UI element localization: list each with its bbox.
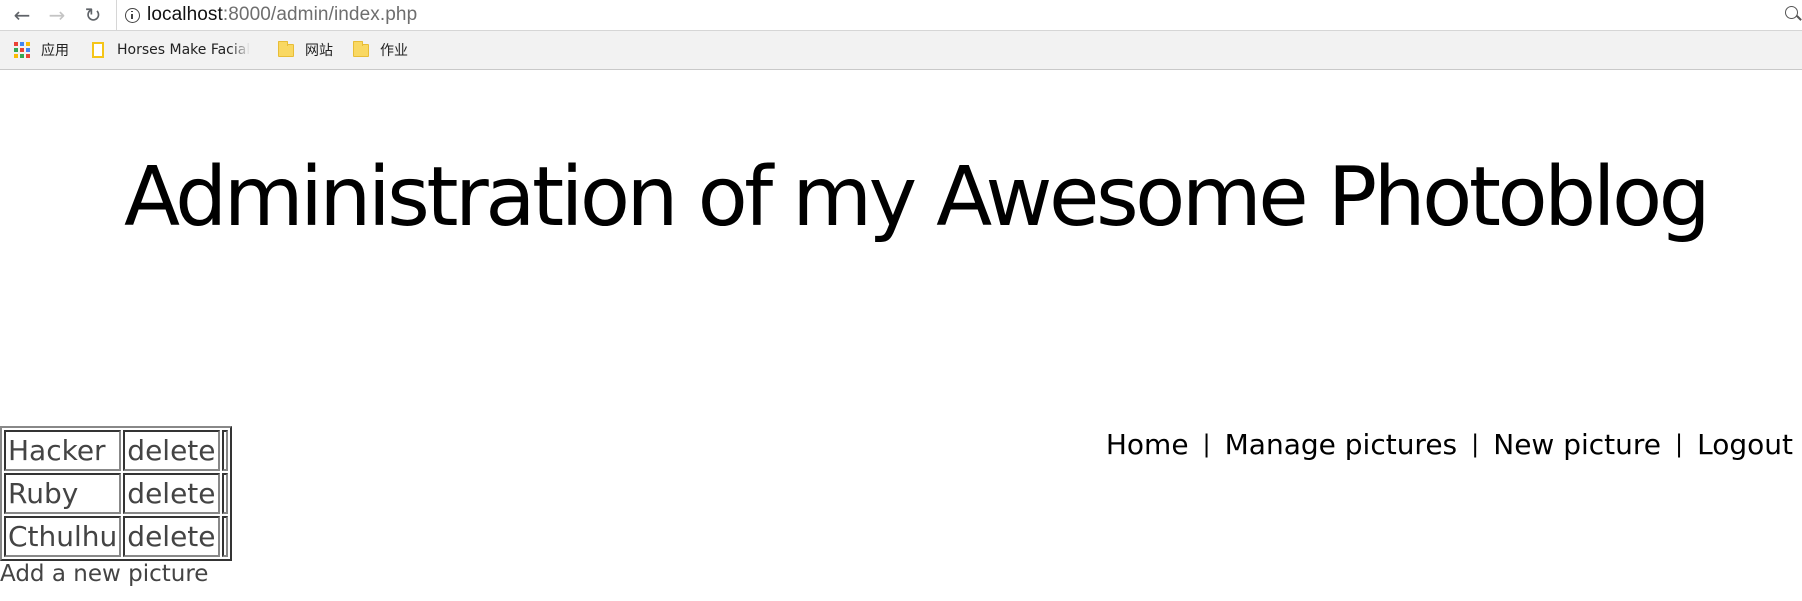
folder-icon [278,40,294,57]
picture-name: Ruby [4,473,122,514]
address-bar[interactable]: localhost:8000/admin/index.php [116,0,1802,30]
url-path: :8000/admin/index.php [222,4,418,25]
back-arrow-icon[interactable]: ← [8,2,36,28]
delete-link[interactable]: delete [127,434,215,467]
reload-icon[interactable]: ↻ [79,2,107,28]
table-row: Hacker delete [4,430,228,471]
empty-cell [221,516,228,557]
bookmark-label: 网站 [305,43,333,59]
add-new-picture-link[interactable]: Add a new picture [0,561,208,587]
table-row: Cthulhu delete [4,516,228,557]
bookmark-label: 应用 [41,43,69,59]
table-row: Ruby delete [4,473,228,514]
bookmark-horses[interactable]: Horses Make Facial [92,40,250,60]
url-text[interactable]: localhost:8000/admin/index.php [147,4,417,26]
nav-home-link[interactable]: Home [1106,428,1189,461]
folder-icon [353,40,369,57]
url-host: localhost [147,4,223,25]
page-icon [92,42,104,58]
bookmark-folder-websites[interactable]: 网站 [278,40,333,60]
pictures-table: Hacker delete Ruby delete Cthulhu delete [0,426,232,561]
delete-cell: delete [123,473,220,514]
apps-grid-icon [14,42,30,58]
page-title: Administration of my Awesome Photoblog [124,150,1711,245]
delete-cell: delete [123,516,220,557]
delete-link[interactable]: delete [127,520,215,553]
delete-cell: delete [123,430,220,471]
picture-name: Cthulhu [4,516,122,557]
nav-separator: | [1471,430,1480,458]
delete-link[interactable]: delete [127,477,215,510]
bookmark-label: 作业 [380,43,408,59]
picture-name: Hacker [4,430,122,471]
main-nav: Home | Manage pictures | New picture | L… [1106,426,1793,462]
bookmarks-bar: 应用 Horses Make Facial 网站 作业 [0,31,1802,70]
nav-manage-pictures-link[interactable]: Manage pictures [1225,428,1458,461]
forward-arrow-icon[interactable]: → [43,2,71,28]
nav-separator: | [1675,430,1684,458]
bookmark-apps[interactable]: 应用 [14,40,69,60]
empty-cell [221,430,228,471]
browser-toolbar: ← → ↻ localhost:8000/admin/index.php [0,0,1802,31]
empty-cell [221,473,228,514]
bookmark-label: Horses Make Facial [117,42,251,58]
zoom-icon[interactable] [1785,6,1798,19]
info-icon[interactable] [125,7,140,23]
nav-separator: | [1202,430,1211,458]
nav-new-picture-link[interactable]: New picture [1493,428,1661,461]
bookmark-folder-homework[interactable]: 作业 [353,40,408,60]
nav-logout-link[interactable]: Logout [1697,428,1793,461]
